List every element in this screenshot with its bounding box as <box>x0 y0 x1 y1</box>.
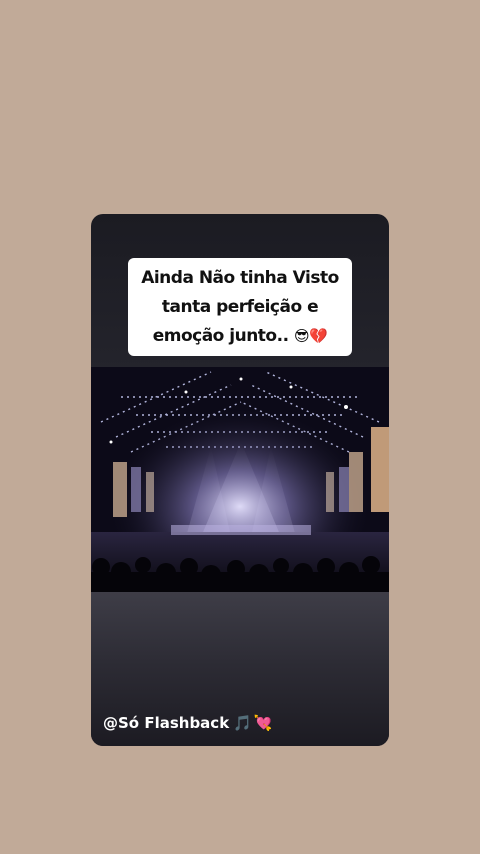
concert-video[interactable] <box>91 367 389 592</box>
broken-heart-emoji-icon: 💔 <box>309 327 328 345</box>
concert-stage-image <box>91 367 389 592</box>
caption-line-3-text: emoção junto.. <box>152 326 289 346</box>
caption-box: Ainda Não tinha Visto tanta perfeição e … <box>128 258 352 356</box>
caption-line-3: emoção junto.. 😎💔 <box>134 322 346 351</box>
caption-line-2: tanta perfeição e <box>161 297 319 317</box>
sunglasses-emoji-icon: 😎 <box>293 327 310 345</box>
caption-line-1: Ainda Não tinha Visto <box>141 268 339 288</box>
heart-arrow-emoji-icon: 💘 <box>253 714 273 732</box>
account-handle[interactable]: @Só Flashback 🎵 💘 <box>103 714 273 732</box>
account-handle-text: @Só Flashback <box>103 714 230 732</box>
story-card[interactable]: Ainda Não tinha Visto tanta perfeição e … <box>91 214 389 746</box>
music-note-emoji-icon: 🎵 <box>233 714 252 732</box>
